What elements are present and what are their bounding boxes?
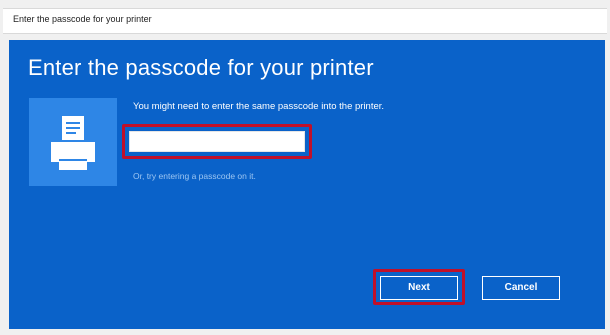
dialog-heading: Enter the passcode for your printer	[28, 55, 374, 80]
app-window: Enter the passcode for your printer Ente…	[0, 0, 610, 335]
printer-tile	[29, 98, 117, 186]
alternate-passcode-link[interactable]: Or, try entering a passcode on it.	[133, 171, 256, 181]
title-bar: Enter the passcode for your printer	[3, 8, 607, 34]
window-title: Enter the passcode for your printer	[13, 14, 152, 24]
passcode-input[interactable]	[129, 131, 305, 152]
cancel-button[interactable]: Cancel	[482, 276, 560, 300]
passcode-dialog: Enter the passcode for your printer You …	[9, 40, 605, 329]
instruction-text: You might need to enter the same passcod…	[133, 101, 385, 112]
next-button[interactable]: Next	[380, 276, 458, 300]
printer-icon	[51, 116, 95, 170]
